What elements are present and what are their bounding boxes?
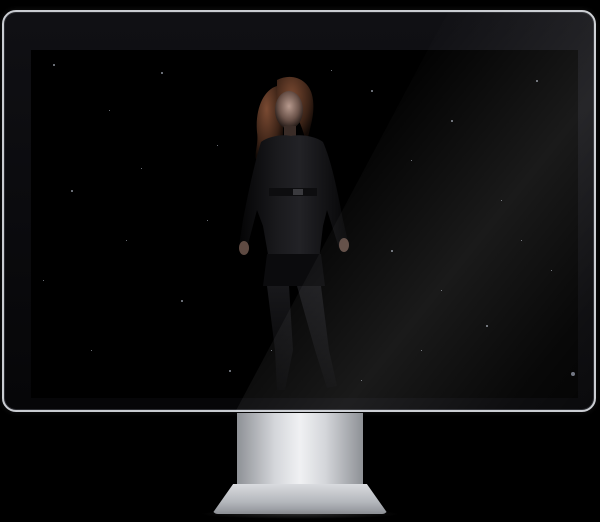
monitor-screen bbox=[31, 50, 578, 398]
stand-shadow bbox=[200, 509, 400, 519]
monitor-bezel bbox=[2, 10, 596, 412]
black-shirt bbox=[239, 135, 349, 260]
monitor-stand-neck bbox=[237, 413, 363, 489]
right-hand bbox=[339, 238, 349, 252]
left-hand bbox=[239, 241, 249, 255]
person-figure bbox=[239, 76, 349, 390]
face bbox=[275, 91, 303, 129]
monitor-scene bbox=[0, 0, 600, 522]
skirt bbox=[263, 254, 325, 286]
legs bbox=[267, 286, 337, 390]
